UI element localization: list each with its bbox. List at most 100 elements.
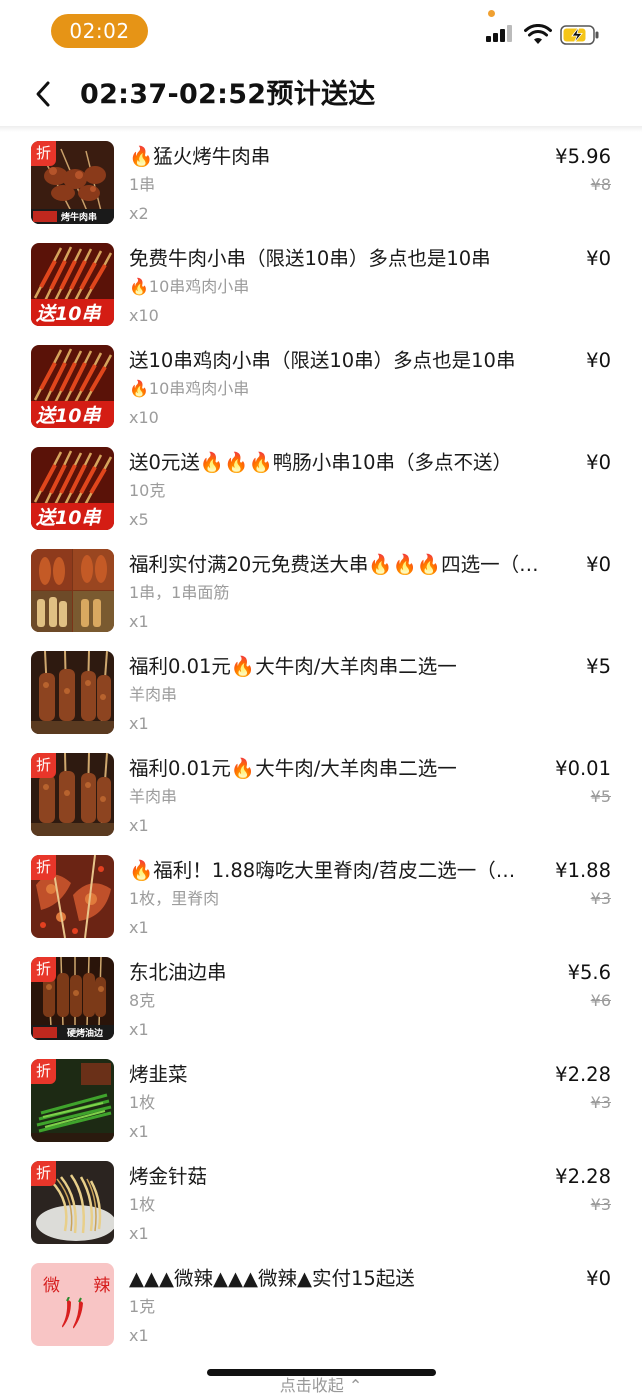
item-spec: 1串: [129, 175, 156, 194]
item-thumbnail: 送10串: [31, 243, 114, 326]
item-quantity: x1: [129, 816, 149, 835]
order-item[interactable]: 折 硬烤油边 东北油边串 8克 x1 ¥5.6 ¥6: [0, 948, 642, 1050]
item-thumbnail: 送10串: [31, 345, 114, 428]
item-spec: 10克: [129, 481, 166, 500]
wifi-icon: [524, 24, 552, 44]
item-spec: 1枚: [129, 1093, 156, 1112]
order-item[interactable]: 折 烤金针菇 1枚 x1 ¥2.28 ¥3: [0, 1152, 642, 1254]
item-price: ¥2.28: [555, 1165, 611, 1188]
order-item[interactable]: 微 辣 ▲▲▲微辣▲▲▲微辣▲实付15起送 1克 x1 ¥0: [0, 1254, 642, 1356]
item-price: ¥0: [586, 1267, 611, 1290]
item-spec: 🔥10串鸡肉小串: [129, 379, 250, 398]
item-name: 烤金针菇: [129, 1165, 208, 1188]
item-price: ¥0: [586, 451, 611, 474]
item-thumbnail: 折 硬烤油边: [31, 957, 114, 1040]
item-spec: 羊肉串: [129, 685, 178, 704]
order-item[interactable]: 送10串 送0元送🔥🔥🔥鸭肠小串10串（多点不送） 10克 x5 ¥0: [0, 438, 642, 540]
item-spec: 1枚: [129, 1195, 156, 1214]
order-item[interactable]: 福利实付满20元免费送大串🔥🔥🔥四选一（… 1串，1串面筋 x1 ¥0: [0, 540, 642, 642]
battery-charging-icon: [560, 25, 599, 45]
item-quantity: x5: [129, 510, 149, 529]
cellular-signal-icon: [486, 24, 516, 42]
item-quantity: x10: [129, 408, 159, 427]
item-thumbnail: 送10串: [31, 447, 114, 530]
order-item[interactable]: 送10串 免费牛肉小串（限送10串）多点也是10串 🔥10串鸡肉小串 x10 ¥…: [0, 234, 642, 336]
status-bar: 02:02: [0, 0, 642, 62]
status-time: 02:02: [51, 14, 148, 48]
thumbnail-caption: 硬烤油边: [67, 1029, 104, 1039]
home-indicator[interactable]: [207, 1369, 436, 1376]
item-original-price: ¥3: [590, 889, 611, 908]
order-item[interactable]: 折 福利0.01元🔥大牛肉/大羊肉串二选一 羊肉串 x1 ¥0.01 ¥5: [0, 744, 642, 846]
item-original-price: ¥3: [590, 1195, 611, 1214]
discount-badge: 折: [31, 957, 56, 982]
item-name: 福利实付满20元免费送大串🔥🔥🔥四选一（…: [129, 553, 539, 576]
item-price: ¥2.28: [555, 1063, 611, 1086]
item-quantity: x10: [129, 306, 159, 325]
thumbnail-caption: 送10串: [36, 507, 101, 529]
item-name: ▲▲▲微辣▲▲▲微辣▲实付15起送: [129, 1267, 415, 1290]
item-spec: 1克: [129, 1297, 156, 1316]
item-name: 送10串鸡肉小串（限送10串）多点也是10串: [129, 349, 516, 372]
discount-badge: 折: [31, 753, 56, 778]
thumbnail-caption: 送10串: [36, 303, 101, 325]
item-original-price: ¥8: [590, 175, 611, 194]
discount-badge: 折: [31, 141, 56, 166]
item-thumbnail: 折: [31, 753, 114, 836]
page-header: 02:37-02:52预计送达: [0, 62, 642, 128]
item-thumbnail: 折: [31, 1161, 114, 1244]
item-price: ¥5.96: [555, 145, 611, 168]
item-spec: 羊肉串: [129, 787, 178, 806]
item-name: 东北油边串: [129, 961, 227, 984]
item-price: ¥0: [586, 247, 611, 270]
item-original-price: ¥5: [590, 787, 611, 806]
item-name: 🔥福利！1.88嗨吃大里脊肉/苕皮二选一（…: [129, 859, 516, 882]
order-item[interactable]: 送10串 送10串鸡肉小串（限送10串）多点也是10串 🔥10串鸡肉小串 x10…: [0, 336, 642, 438]
chili-pepper-icon: [62, 1297, 83, 1329]
delivery-time-title: 02:37-02:52预计送达: [80, 79, 376, 110]
item-original-price: ¥6: [590, 991, 611, 1010]
item-quantity: x1: [129, 1224, 149, 1243]
item-spec: 🔥10串鸡肉小串: [129, 277, 250, 296]
item-quantity: x1: [129, 612, 149, 631]
item-name: 送0元送🔥🔥🔥鸭肠小串10串（多点不送）: [129, 451, 513, 474]
item-price: ¥0: [586, 553, 611, 576]
order-item[interactable]: 折 🔥福利！1.88嗨吃大里脊肉/苕皮二选一（… 1枚，里脊肉 x1 ¥1.88…: [0, 846, 642, 948]
item-price: ¥1.88: [555, 859, 611, 882]
item-price: ¥5: [586, 655, 611, 678]
item-price: ¥5.6: [567, 961, 611, 984]
discount-badge: 折: [31, 1161, 56, 1186]
item-quantity: x1: [129, 714, 149, 733]
order-item[interactable]: 折 烤牛肉串 🔥猛火烤牛肉串 1串 x2 ¥5.96 ¥8: [0, 132, 642, 234]
item-quantity: x1: [129, 1122, 149, 1141]
item-original-price: ¥3: [590, 1093, 611, 1112]
item-quantity: x1: [129, 1020, 149, 1039]
item-quantity: x2: [129, 204, 149, 223]
thumbnail-caption: 送10串: [36, 405, 101, 427]
item-thumbnail: [31, 549, 114, 632]
item-quantity: x1: [129, 1326, 149, 1345]
discount-badge: 折: [31, 1059, 56, 1084]
discount-badge: 折: [31, 855, 56, 880]
item-price: ¥0: [586, 349, 611, 372]
item-quantity: x1: [129, 918, 149, 937]
item-spec: 1串，1串面筋: [129, 583, 230, 602]
back-arrow-icon[interactable]: [26, 76, 62, 112]
item-thumbnail: [31, 651, 114, 734]
order-item[interactable]: 福利0.01元🔥大牛肉/大羊肉串二选一 羊肉串 x1 ¥5: [0, 642, 642, 744]
thumbnail-caption: 烤牛肉串: [61, 213, 98, 223]
item-name: 烤韭菜: [129, 1063, 188, 1086]
item-name: 福利0.01元🔥大牛肉/大羊肉串二选一: [129, 757, 457, 780]
item-name: 免费牛肉小串（限送10串）多点也是10串: [129, 247, 491, 270]
item-thumbnail: 折: [31, 855, 114, 938]
item-price: ¥0.01: [555, 757, 611, 780]
item-name: 福利0.01元🔥大牛肉/大羊肉串二选一: [129, 655, 457, 678]
item-spec: 8克: [129, 991, 156, 1010]
order-item[interactable]: 折 烤韭菜 1枚 x1 ¥2.28 ¥3: [0, 1050, 642, 1152]
item-thumbnail: 折 烤牛肉串: [31, 141, 114, 224]
item-thumbnail: 折: [31, 1059, 114, 1142]
item-name: 🔥猛火烤牛肉串: [129, 145, 271, 168]
privacy-indicator-dot: [488, 10, 495, 17]
item-spec: 1枚，里脊肉: [129, 889, 220, 908]
thumbnail-caption: 微 辣: [43, 1276, 110, 1296]
